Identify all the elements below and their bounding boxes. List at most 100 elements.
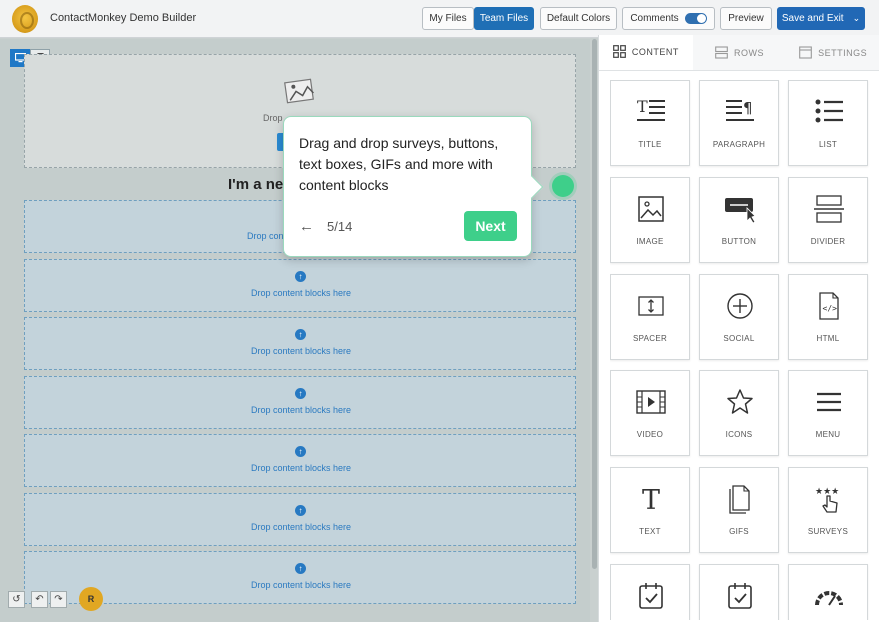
drop-zone-label: Drop content blocks here xyxy=(250,580,352,590)
svg-text:★★★: ★★★ xyxy=(815,486,839,496)
block-menu[interactable]: MENU xyxy=(788,370,868,456)
svg-text:</>: </> xyxy=(823,304,838,313)
tooltip-step-counter: 5/14 xyxy=(327,219,353,234)
comments-toggle-switch[interactable] xyxy=(684,13,707,24)
block-html[interactable]: </> HTML xyxy=(788,274,868,360)
onboarding-tooltip: Drag and drop surveys, buttons, text box… xyxy=(283,116,544,257)
block-label: HTML xyxy=(816,334,840,343)
title-icon: T xyxy=(637,97,665,121)
block-calendar[interactable] xyxy=(610,564,690,620)
block-label: SOCIAL xyxy=(723,334,755,343)
block-label: ICONS xyxy=(725,430,753,439)
star-icon xyxy=(727,389,753,414)
spacer-icon xyxy=(638,296,664,316)
drop-zone[interactable]: ↑ Drop content blocks here xyxy=(24,317,576,370)
svg-text:T: T xyxy=(642,485,660,514)
block-paragraph[interactable]: ¶ PARAGRAPH xyxy=(699,80,779,166)
block-button[interactable]: BUTTON xyxy=(699,177,779,263)
tab-rows-label: ROWS xyxy=(734,47,764,58)
text-icon: T xyxy=(642,485,660,514)
block-label: MENU xyxy=(815,430,841,439)
block-social[interactable]: SOCIAL xyxy=(699,274,779,360)
next-button[interactable]: Next xyxy=(464,211,517,241)
menu-icon xyxy=(817,392,841,412)
save-and-exit-button[interactable]: Save and Exit ⌄ xyxy=(777,7,865,30)
drop-zone-label: Drop content blocks here xyxy=(250,346,352,356)
tab-content[interactable]: CONTENT xyxy=(599,35,693,70)
back-arrow-icon[interactable]: ← xyxy=(299,218,314,235)
tab-content-label: CONTENT xyxy=(631,46,679,57)
block-surveys[interactable]: ★★★ SURVEYS xyxy=(788,467,868,553)
drop-zone-label: Drop content blocks here xyxy=(250,288,352,298)
arrow-up-icon: ↑ xyxy=(295,271,306,282)
survey-stars-icon: ★★★ xyxy=(815,486,839,513)
save-and-exit-label: Save and Exit xyxy=(781,13,844,24)
my-files-button[interactable]: My Files xyxy=(422,7,474,30)
gif-icon xyxy=(729,485,750,514)
block-spacer[interactable]: SPACER xyxy=(610,274,690,360)
drop-zone[interactable]: ↑ Drop content blocks here xyxy=(24,259,576,312)
block-calendar[interactable] xyxy=(699,564,779,620)
block-image[interactable]: IMAGE xyxy=(610,177,690,263)
block-label: DIVIDER xyxy=(810,237,846,246)
block-label: TITLE xyxy=(638,140,662,149)
chevron-down-icon[interactable]: ⌄ xyxy=(853,13,861,24)
history-icon[interactable]: ↺ xyxy=(8,590,25,608)
avatar[interactable]: R xyxy=(79,587,103,611)
video-icon xyxy=(636,390,666,414)
svg-text:¶: ¶ xyxy=(743,99,753,117)
drop-zone-label: Drop cont xyxy=(247,231,287,241)
tab-settings-label: SETTINGS xyxy=(818,47,868,58)
drop-zone-label: Drop content blocks here xyxy=(250,405,352,415)
block-label: IMAGE xyxy=(636,237,664,246)
team-files-button[interactable]: Team Files xyxy=(474,7,534,30)
arrow-up-icon: ↑ xyxy=(295,563,306,574)
drop-zone[interactable]: ↑ Drop content blocks here xyxy=(24,434,576,487)
list-icon xyxy=(815,99,843,123)
arrow-up-icon: ↑ xyxy=(295,446,306,457)
rows-icon xyxy=(715,46,728,59)
tab-rows[interactable]: ROWS xyxy=(692,35,787,70)
bottom-toolbar: ↺ ↶ ↷ R xyxy=(8,587,103,611)
block-video[interactable]: VIDEO xyxy=(610,370,690,456)
arrow-up-icon: ↑ xyxy=(295,329,306,340)
block-list[interactable]: LIST xyxy=(788,80,868,166)
default-colors-button[interactable]: Default Colors xyxy=(540,7,617,30)
content-blocks-grid: T TITLE ¶ PARAGRAPH LIST IMAGE BUTTON DI… xyxy=(610,80,870,620)
arrow-up-icon: ↑ xyxy=(295,505,306,516)
preview-button[interactable]: Preview xyxy=(720,7,772,30)
tab-settings[interactable]: SETTINGS xyxy=(786,35,879,70)
calendar-check-icon xyxy=(639,583,663,609)
image-placeholder-icon xyxy=(284,78,314,104)
hero-drop-text: Drop xyxy=(263,113,283,123)
block-label: BUTTON xyxy=(721,237,757,246)
settings-icon xyxy=(799,46,813,59)
image-icon xyxy=(638,196,664,222)
contactmonkey-logo xyxy=(12,5,38,33)
block-label: LIST xyxy=(818,140,838,149)
social-icon xyxy=(727,293,753,319)
block-gifs[interactable]: GIFS xyxy=(699,467,779,553)
block-icons[interactable]: ICONS xyxy=(699,370,779,456)
calendar-check-icon xyxy=(728,583,752,609)
block-label: GIFS xyxy=(729,527,749,536)
block-text[interactable]: T TEXT xyxy=(610,467,690,553)
block-title[interactable]: T TITLE xyxy=(610,80,690,166)
drop-zone[interactable]: ↑ Drop content blocks here xyxy=(24,376,576,429)
undo-icon[interactable]: ↶ xyxy=(31,590,48,608)
drop-zone[interactable]: ↑ Drop content blocks here xyxy=(24,493,576,546)
paragraph-icon: ¶ xyxy=(726,99,754,121)
block-gauge[interactable] xyxy=(788,564,868,620)
email-heading[interactable]: I'm a ne xyxy=(228,176,283,193)
drop-zone[interactable]: ↑ Drop content blocks here xyxy=(24,551,576,604)
redo-icon[interactable]: ↷ xyxy=(50,590,67,608)
tour-beacon-dot[interactable] xyxy=(552,175,574,197)
comments-toggle-button[interactable]: Comments xyxy=(622,7,715,30)
tooltip-text: Drag and drop surveys, buttons, text box… xyxy=(299,135,499,193)
block-divider[interactable]: DIVIDER xyxy=(788,177,868,263)
canvas-scrollbar[interactable] xyxy=(592,39,597,569)
top-header: ContactMonkey Demo Builder My Files Team… xyxy=(0,0,879,38)
block-label: VIDEO xyxy=(636,430,664,439)
svg-text:T: T xyxy=(637,97,648,116)
app-title: ContactMonkey Demo Builder xyxy=(50,12,197,24)
